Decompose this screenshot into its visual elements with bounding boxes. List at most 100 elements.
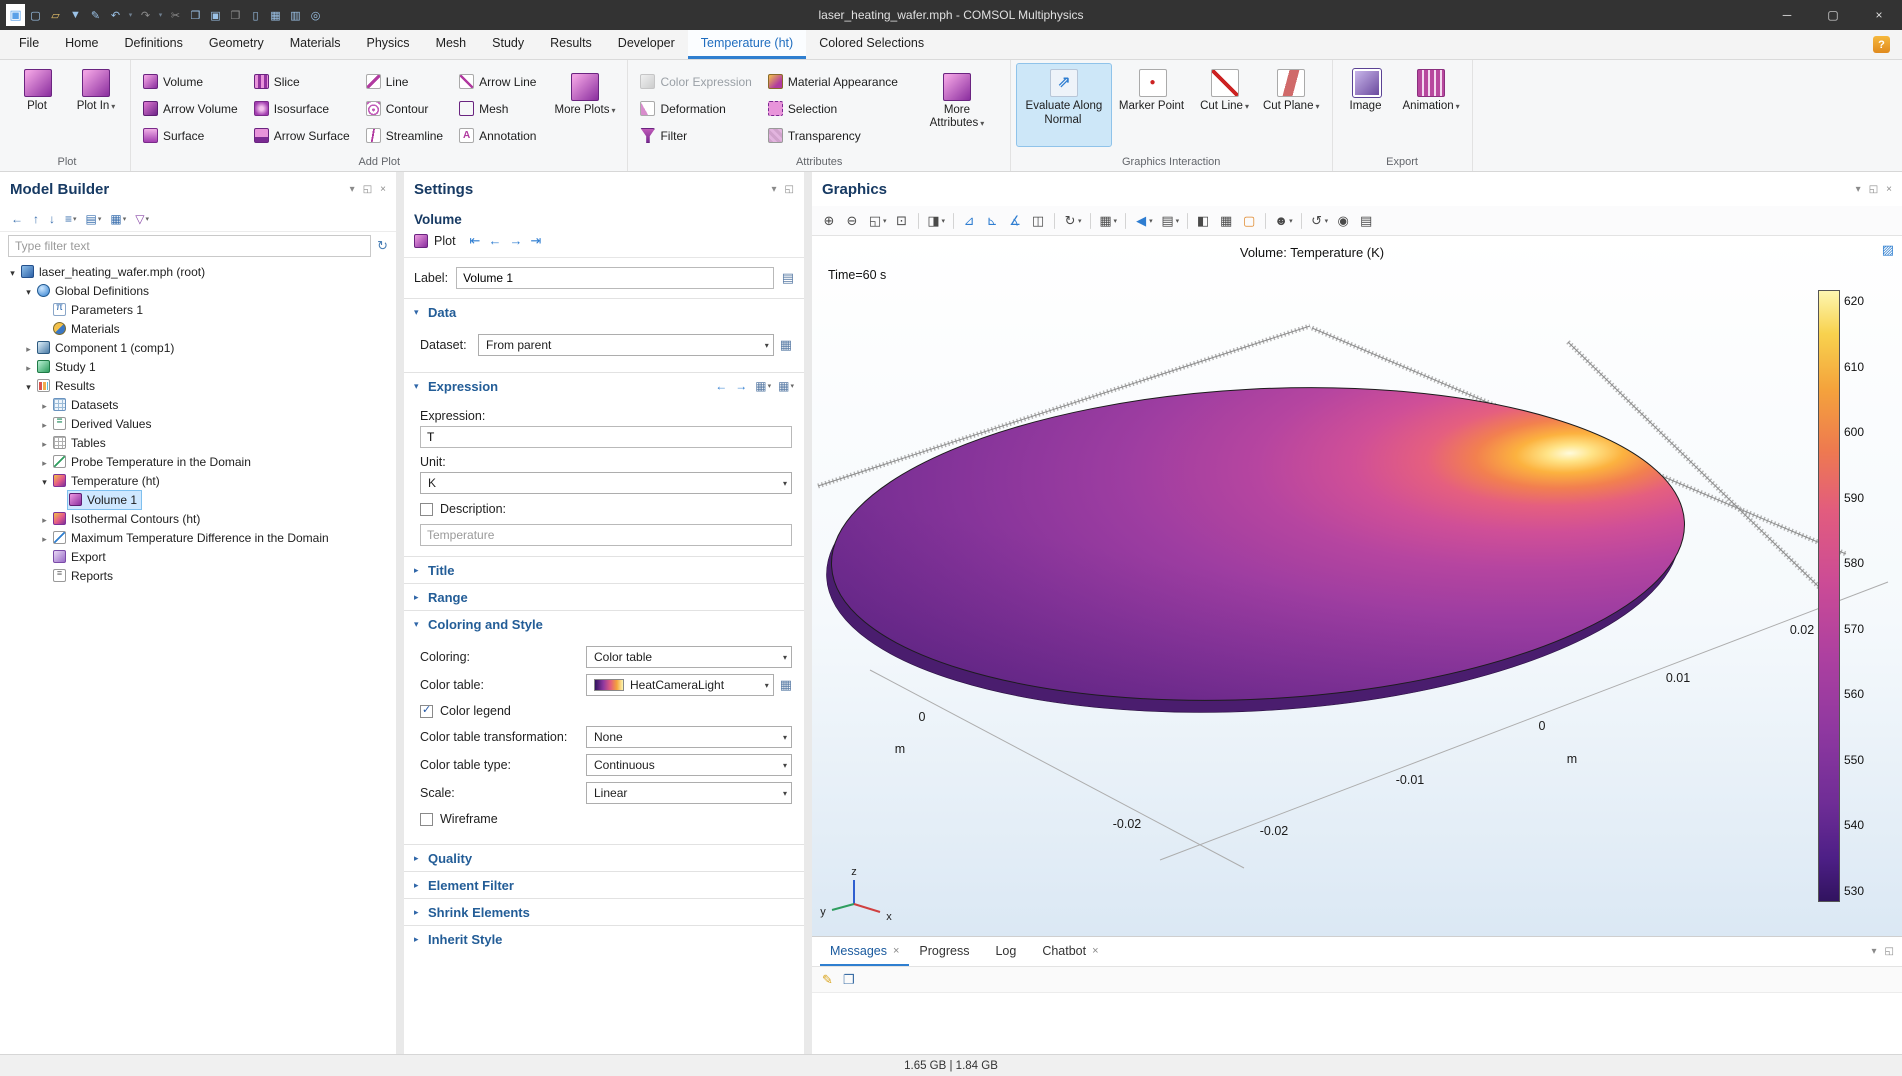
ribbon-large-button[interactable]: Marker Point: [1112, 63, 1193, 147]
presenter-icon[interactable]: ☻▾: [1271, 211, 1296, 230]
tree-item[interactable]: Results: [0, 376, 396, 395]
section-range[interactable]: Range: [404, 583, 804, 610]
label-input[interactable]: [456, 267, 774, 289]
color-table-select[interactable]: HeatCameraLight▾: [586, 674, 774, 696]
redo-caret-icon[interactable]: ▾: [156, 4, 165, 26]
view-orientation-icon[interactable]: ◨▾: [924, 211, 949, 231]
highlight-frame-icon[interactable]: ▢: [1239, 211, 1260, 231]
ribbon-small-button[interactable]: Line: [359, 68, 450, 95]
nav-back-icon[interactable]: ←: [8, 211, 27, 227]
messages-tab[interactable]: Progress: [909, 937, 985, 966]
color-table-options-icon[interactable]: ▦: [780, 677, 792, 693]
panel-menu-icon[interactable]: ▾: [1856, 184, 1861, 195]
ribbon-tab[interactable]: Physics: [353, 30, 422, 59]
expression-input[interactable]: [420, 426, 792, 448]
unit-select[interactable]: K▾: [420, 472, 792, 494]
ribbon-small-button[interactable]: Volume: [136, 68, 245, 95]
tree-chevron-icon[interactable]: [6, 265, 19, 279]
zoom-out-icon[interactable]: ⊖: [842, 211, 863, 231]
undo-caret-icon[interactable]: ▾: [126, 4, 135, 26]
tree-item[interactable]: Reports: [0, 566, 396, 585]
panel-splitter[interactable]: [804, 172, 812, 1054]
axis-zx-view-icon[interactable]: ∡: [1005, 211, 1026, 231]
panel-close-icon[interactable]: ×: [380, 184, 386, 195]
tree-chevron-icon[interactable]: [38, 455, 51, 469]
ribbon-small-button[interactable]: Mesh: [452, 95, 543, 122]
ribbon-small-button[interactable]: Filter: [633, 122, 758, 149]
axis-yz-view-icon[interactable]: ⊾: [982, 211, 1003, 231]
dataset-select[interactable]: From parent▾: [478, 334, 774, 356]
ribbon-tab[interactable]: Geometry: [196, 30, 277, 59]
ribbon-small-button[interactable]: Color Expression: [633, 68, 758, 95]
print-icon[interactable]: ▤: [1356, 211, 1377, 231]
replace-expression-icon[interactable]: ←: [715, 379, 728, 393]
ribbon-tab[interactable]: Colored Selections: [806, 30, 937, 59]
ribbon-small-button[interactable]: Streamline: [359, 122, 450, 149]
section-data[interactable]: Data: [404, 298, 804, 325]
ribbon-small-button[interactable]: Arrow Volume: [136, 95, 245, 122]
color-table-transformation-select[interactable]: None▾: [586, 726, 792, 748]
section-inherit-style[interactable]: Inherit Style: [404, 925, 804, 952]
ribbon-tab[interactable]: File: [6, 30, 52, 59]
plot-first-icon[interactable]: ⇤: [468, 233, 483, 249]
nav-down-icon[interactable]: ↓: [46, 211, 59, 227]
unit-picker-icon[interactable]: ▦▾: [778, 379, 794, 393]
minimize-button[interactable]: ─: [1764, 0, 1810, 30]
scale-select[interactable]: Linear▾: [586, 782, 792, 804]
node-grouping-icon[interactable]: ▦▾: [107, 211, 129, 227]
zoom-in-icon[interactable]: ⊕: [819, 211, 840, 231]
tree-item[interactable]: Materials: [0, 319, 396, 338]
update-plot-icon[interactable]: ↺▾: [1307, 211, 1332, 231]
close-tab-icon[interactable]: ×: [893, 945, 899, 957]
ribbon-tab[interactable]: Mesh: [423, 30, 480, 59]
ribbon-large-button[interactable]: Animation▾: [1396, 63, 1467, 147]
tree-item[interactable]: Component 1 (comp1): [0, 338, 396, 357]
graphics-3d-scene[interactable]: 0 m -0.02 -0.02 -0.01 0 m 0.01 0.02: [812, 236, 1902, 936]
ribbon-small-button[interactable]: Surface: [136, 122, 245, 149]
ribbon-small-button[interactable]: Isosurface: [247, 95, 357, 122]
plot-last-icon[interactable]: ⇥: [528, 233, 543, 249]
new-file-icon[interactable]: ▢: [26, 4, 45, 26]
ribbon-tab[interactable]: Definitions: [112, 30, 196, 59]
tree-filter-input[interactable]: [8, 235, 371, 257]
paste-icon[interactable]: ▣: [206, 4, 225, 26]
undo-icon[interactable]: ↶: [106, 4, 125, 26]
tree-chevron-icon[interactable]: [22, 360, 35, 374]
help-icon[interactable]: ?: [1873, 36, 1890, 53]
tree-item[interactable]: Study 1: [0, 357, 396, 376]
tree-item[interactable]: Parameters 1: [0, 300, 396, 319]
split-view-icon[interactable]: ◧: [1193, 211, 1214, 231]
table-view-icon[interactable]: ▦: [1216, 211, 1237, 231]
tree-chevron-icon[interactable]: [38, 531, 51, 545]
ribbon-small-button[interactable]: Contour: [359, 95, 450, 122]
cut-icon[interactable]: ✂: [166, 4, 185, 26]
dataset-options-icon[interactable]: ▦: [780, 337, 792, 353]
tree-item[interactable]: laser_heating_wafer.mph (root): [0, 262, 396, 281]
section-expression[interactable]: Expression ← → ▦: [404, 372, 804, 399]
tree-item[interactable]: Maximum Temperature Difference in the Do…: [0, 528, 396, 547]
ribbon-small-button[interactable]: Arrow Surface: [247, 122, 357, 149]
insert-expression-icon[interactable]: →: [735, 379, 748, 393]
tree-item[interactable]: Datasets: [0, 395, 396, 414]
ribbon-large-button[interactable]: Plot In▾: [67, 63, 125, 147]
section-title[interactable]: Title: [404, 556, 804, 583]
tree-chevron-icon[interactable]: [22, 341, 35, 355]
tree-options-icon[interactable]: ≡▾: [62, 211, 80, 227]
panel-menu-icon[interactable]: ▾: [350, 184, 355, 195]
node-label-options-icon[interactable]: ▤▾: [83, 211, 105, 227]
save-icon[interactable]: ▼: [66, 4, 85, 26]
wireframe-checkbox[interactable]: [420, 813, 433, 826]
more-plots-button[interactable]: More Plots▾: [547, 67, 622, 151]
model-manager-icon[interactable]: ▦: [266, 4, 285, 26]
axis-xy-view-icon[interactable]: ⊿: [959, 211, 980, 231]
tree-item[interactable]: Tables: [0, 433, 396, 452]
messages-tab[interactable]: Messages ×: [820, 937, 909, 966]
ribbon-small-button[interactable]: Arrow Line: [452, 68, 543, 95]
scene-layers-icon[interactable]: ▤▾: [1158, 211, 1183, 231]
nav-up-icon[interactable]: ↑: [30, 211, 43, 227]
color-legend-checkbox[interactable]: [420, 705, 433, 718]
ribbon-tab[interactable]: Home: [52, 30, 111, 59]
tree-chevron-icon[interactable]: [38, 474, 51, 488]
close-button[interactable]: ×: [1856, 0, 1902, 30]
plot-previous-icon[interactable]: ←: [486, 233, 503, 249]
